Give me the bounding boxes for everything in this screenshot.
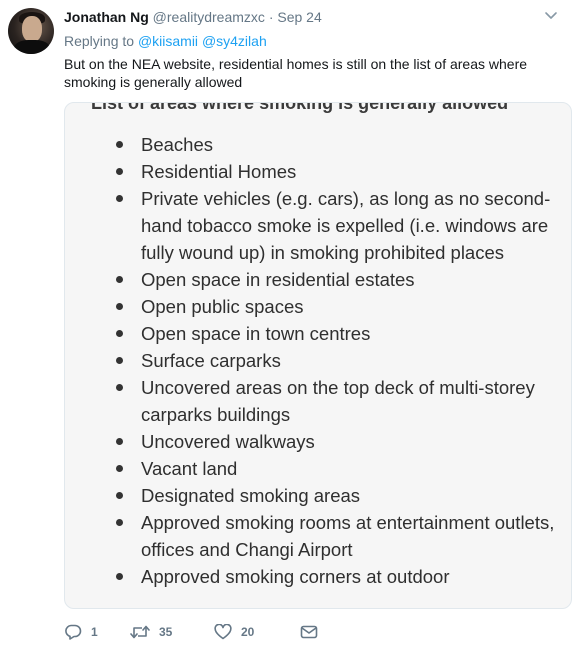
like-button[interactable]: 20 — [214, 624, 300, 640]
envelope-icon — [300, 624, 318, 640]
bullet-icon — [116, 141, 123, 148]
media-list: Beaches Residential Homes Private vehicl… — [65, 131, 561, 590]
reply-button[interactable]: 1 — [64, 624, 130, 640]
display-name[interactable]: Jonathan Ng — [64, 9, 149, 25]
tweet: Jonathan Ng @realitydreamzxc · Sep 24 Re… — [0, 0, 578, 647]
list-item-text: Surface carparks — [141, 350, 281, 371]
avatar-body — [14, 40, 50, 54]
media-heading: List of areas where smoking is generally… — [91, 102, 509, 113]
list-item-text: Uncovered areas on the top deck of multi… — [141, 377, 535, 425]
list-item: Beaches — [65, 131, 561, 158]
list-item: Private vehicles (e.g. cars), as long as… — [65, 185, 561, 266]
bullet-icon — [116, 519, 123, 526]
retweet-button[interactable]: 35 — [130, 624, 214, 640]
bullet-icon — [116, 573, 123, 580]
list-item-text: Uncovered walkways — [141, 431, 315, 452]
bullet-icon — [116, 168, 123, 175]
bullet-icon — [116, 276, 123, 283]
list-item: Approved smoking rooms at entertainment … — [65, 509, 561, 563]
direct-message-button[interactable] — [300, 624, 318, 640]
list-item-text: Approved smoking rooms at entertainment … — [141, 512, 555, 560]
bullet-icon — [116, 330, 123, 337]
list-item: Surface carparks — [65, 347, 561, 374]
bullet-icon — [116, 384, 123, 391]
list-item: Designated smoking areas — [65, 482, 561, 509]
bullet-icon — [116, 303, 123, 310]
list-item-text: Beaches — [141, 134, 213, 155]
tweet-text: But on the NEA website, residential home… — [64, 56, 528, 90]
list-item: Residential Homes — [65, 158, 561, 185]
reply-handle-1[interactable]: @kiisamii — [138, 33, 198, 49]
list-item: Open public spaces — [65, 293, 561, 320]
tweet-media-image[interactable]: List of areas where smoking is generally… — [64, 102, 572, 609]
chevron-down-icon[interactable] — [544, 8, 558, 22]
list-item: Uncovered walkways — [65, 428, 561, 455]
list-item-text: Private vehicles (e.g. cars), as long as… — [141, 188, 551, 263]
like-count: 20 — [241, 625, 255, 639]
bullet-icon — [116, 465, 123, 472]
heart-icon — [214, 624, 232, 640]
tweet-header: Jonathan Ng @realitydreamzxc · Sep 24 — [64, 8, 558, 26]
retweet-count: 35 — [159, 625, 173, 639]
list-item-text: Approved smoking corners at outdoor — [141, 566, 450, 587]
reply-icon — [64, 624, 82, 640]
list-item-text: Open space in residential estates — [141, 269, 415, 290]
avatar[interactable] — [8, 8, 54, 54]
list-item-text: Open public spaces — [141, 296, 304, 317]
separator-dot: · — [268, 9, 274, 25]
list-item: Approved smoking corners at outdoor — [65, 563, 561, 590]
bullet-icon — [116, 357, 123, 364]
bullet-icon — [116, 438, 123, 445]
replying-to: Replying to @kiisamii @sy4zilah — [64, 32, 267, 50]
list-item-text: Designated smoking areas — [141, 485, 361, 506]
tweet-date[interactable]: Sep 24 — [277, 9, 321, 25]
list-item-text: Vacant land — [141, 458, 238, 479]
list-item: Open space in town centres — [65, 320, 561, 347]
tweet-actions: 1 35 20 — [64, 622, 318, 642]
list-item-text: Open space in town centres — [141, 323, 371, 344]
list-item-text: Residential Homes — [141, 161, 297, 182]
bullet-icon — [116, 492, 123, 499]
user-handle[interactable]: @realitydreamzxc — [153, 9, 265, 25]
reply-handle-2[interactable]: @sy4zilah — [202, 33, 267, 49]
avatar-face — [22, 16, 42, 42]
bullet-icon — [116, 195, 123, 202]
list-item: Vacant land — [65, 455, 561, 482]
list-item: Open space in residential estates — [65, 266, 561, 293]
list-item: Uncovered areas on the top deck of multi… — [65, 374, 561, 428]
replying-to-label: Replying to — [64, 33, 135, 49]
reply-count: 1 — [91, 625, 98, 639]
retweet-icon — [130, 624, 150, 640]
